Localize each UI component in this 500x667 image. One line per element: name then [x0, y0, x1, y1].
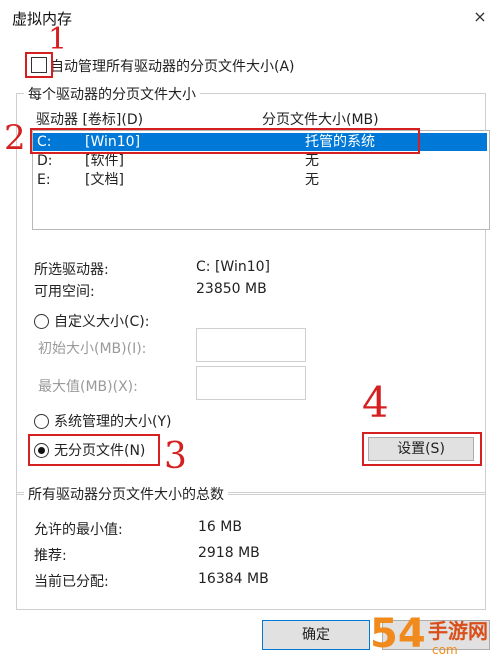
free-space-value: 23850 MB	[196, 281, 267, 297]
title-bar	[0, 0, 500, 36]
column-header-size: 分页文件大小(MB)	[262, 112, 379, 128]
max-size-label: 最大值(MB)(X):	[38, 379, 138, 395]
selected-drive-label: 所选驱动器:	[34, 262, 109, 278]
initial-size-input[interactable]	[196, 328, 306, 362]
recommended-value: 2918 MB	[198, 545, 260, 561]
drive-size: 无	[305, 153, 319, 169]
drive-letter: D:	[37, 153, 53, 169]
custom-size-radio[interactable]	[34, 314, 49, 329]
close-icon[interactable]: ×	[466, 4, 494, 30]
annotation-number-1: 1	[48, 22, 68, 57]
watermark-domain: com	[432, 643, 458, 657]
ok-button[interactable]: 确定	[262, 620, 370, 650]
drive-label: [文档]	[85, 172, 124, 188]
watermark-logo: 54 手游网 com	[370, 607, 500, 667]
annotation-number-4: 4	[362, 378, 389, 427]
annotation-number-2: 2	[4, 118, 26, 158]
drive-letter: E:	[37, 172, 51, 188]
annotation-number-3: 3	[164, 436, 187, 477]
initial-size-label: 初始大小(MB)(I):	[38, 341, 147, 357]
per-drive-group-title: 每个驱动器的分页文件大小	[24, 84, 200, 104]
annotation-box-drive-row	[30, 128, 420, 154]
selected-drive-value: C: [Win10]	[196, 259, 270, 275]
auto-manage-label[interactable]: 自动管理所有驱动器的分页文件大小(A)	[50, 56, 295, 76]
free-space-label: 可用空间:	[34, 284, 95, 300]
column-header-drive: 驱动器 [卷标](D)	[36, 112, 144, 128]
min-allowed-value: 16 MB	[198, 519, 242, 535]
system-managed-radio[interactable]	[34, 414, 49, 429]
watermark-number: 54	[370, 611, 426, 657]
allocated-value: 16384 MB	[198, 571, 269, 587]
max-size-input[interactable]	[196, 366, 306, 400]
annotation-box-set-button	[362, 432, 482, 466]
allocated-label: 当前已分配:	[34, 574, 109, 590]
recommended-label: 推荐:	[34, 548, 67, 564]
totals-group-title: 所有驱动器分页文件大小的总数	[24, 484, 228, 504]
drive-label: [软件]	[85, 153, 124, 169]
min-allowed-label: 允许的最小值:	[34, 522, 123, 538]
annotation-box-no-paging	[28, 434, 160, 466]
custom-size-label[interactable]: 自定义大小(C):	[54, 311, 149, 331]
drive-size: 无	[305, 172, 319, 188]
drive-row-e[interactable]: E: [文档] 无	[33, 171, 487, 189]
drive-row-d[interactable]: D: [软件] 无	[33, 152, 487, 170]
watermark-text: 手游网	[428, 619, 488, 643]
system-managed-label[interactable]: 系统管理的大小(Y)	[54, 411, 171, 431]
